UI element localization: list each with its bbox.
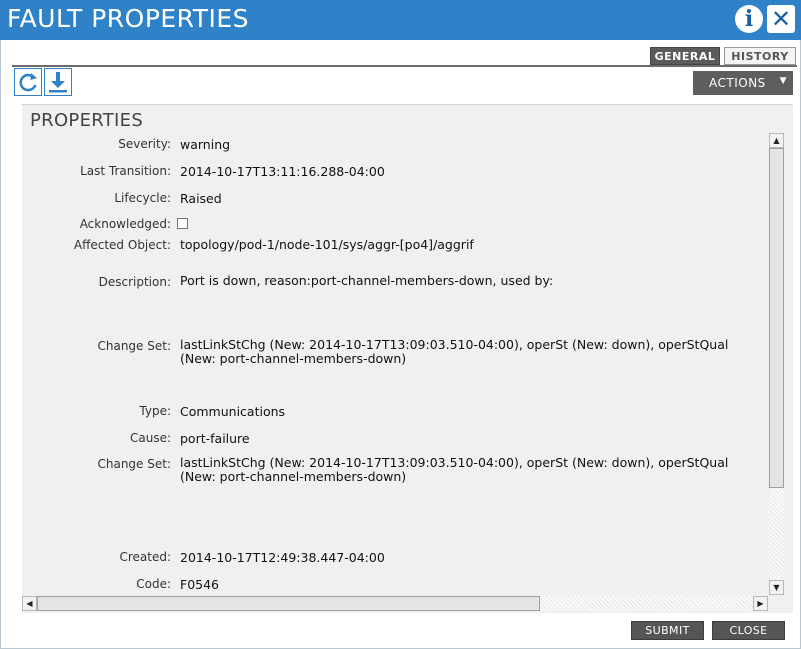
tab-history[interactable]: HISTORY <box>724 47 796 65</box>
cause-value: port-failure <box>180 431 250 446</box>
panel-title: PROPERTIES <box>30 110 144 131</box>
description-value: Port is down, reason:port-channel-member… <box>180 273 554 288</box>
created-value: 2014-10-17T12:49:38.447-04:00 <box>180 550 385 565</box>
scroll-down-icon[interactable]: ▼ <box>769 580 784 595</box>
lifecycle-label: Lifecycle: <box>114 191 171 205</box>
last-transition-label: Last Transition: <box>80 164 171 178</box>
affected-object-value: topology/pod-1/node-101/sys/aggr-[po4]/a… <box>180 237 474 252</box>
code-label: Code: <box>136 577 171 591</box>
scroll-right-icon[interactable]: ▶ <box>753 596 768 611</box>
last-transition-value: 2014-10-17T13:11:16.288-04:00 <box>180 164 385 179</box>
change-set-label: Change Set: <box>97 339 171 353</box>
actions-label: ACTIONS <box>709 76 766 90</box>
download-icon[interactable] <box>44 68 72 96</box>
affected-object-label: Affected Object: <box>73 238 171 252</box>
horizontal-scroll-thumb[interactable] <box>37 596 540 611</box>
change-set-line-2: (New: port-channel-members-down) <box>180 351 407 366</box>
acknowledged-label: Acknowledged: <box>79 217 171 231</box>
close-button[interactable]: CLOSE <box>712 621 785 640</box>
description-label: Description: <box>98 275 171 289</box>
code-value: F0546 <box>180 577 220 592</box>
lifecycle-value: Raised <box>180 191 222 206</box>
created-label: Created: <box>119 550 171 564</box>
caret-down-icon: ▼ <box>779 76 787 86</box>
type-label: Type: <box>139 404 171 418</box>
tab-divider <box>12 65 797 67</box>
change-set-label: Change Set: <box>97 457 171 471</box>
change-set-line-2: (New: port-channel-members-down) <box>180 469 407 484</box>
vertical-scroll-thumb[interactable] <box>769 148 784 488</box>
window-title: FAULT PROPERTIES <box>7 4 250 33</box>
cause-label: Cause: <box>129 431 171 445</box>
acknowledged-checkbox[interactable] <box>177 218 188 229</box>
submit-button[interactable]: SUBMIT <box>631 621 704 640</box>
severity-label: Severity: <box>118 137 171 151</box>
properties-panel <box>22 104 793 613</box>
actions-dropdown[interactable]: ACTIONS ▼ <box>693 71 793 95</box>
scroll-left-icon[interactable]: ◀ <box>22 596 37 611</box>
refresh-icon[interactable] <box>14 68 42 96</box>
type-value: Communications <box>180 404 286 419</box>
title-bar: FAULT PROPERTIES i ✕ <box>0 0 801 40</box>
severity-value: warning <box>180 137 231 152</box>
info-icon[interactable]: i <box>735 5 763 33</box>
tab-general[interactable]: GENERAL <box>650 47 720 65</box>
close-icon[interactable]: ✕ <box>767 5 795 33</box>
scroll-up-icon[interactable]: ▲ <box>769 133 784 148</box>
